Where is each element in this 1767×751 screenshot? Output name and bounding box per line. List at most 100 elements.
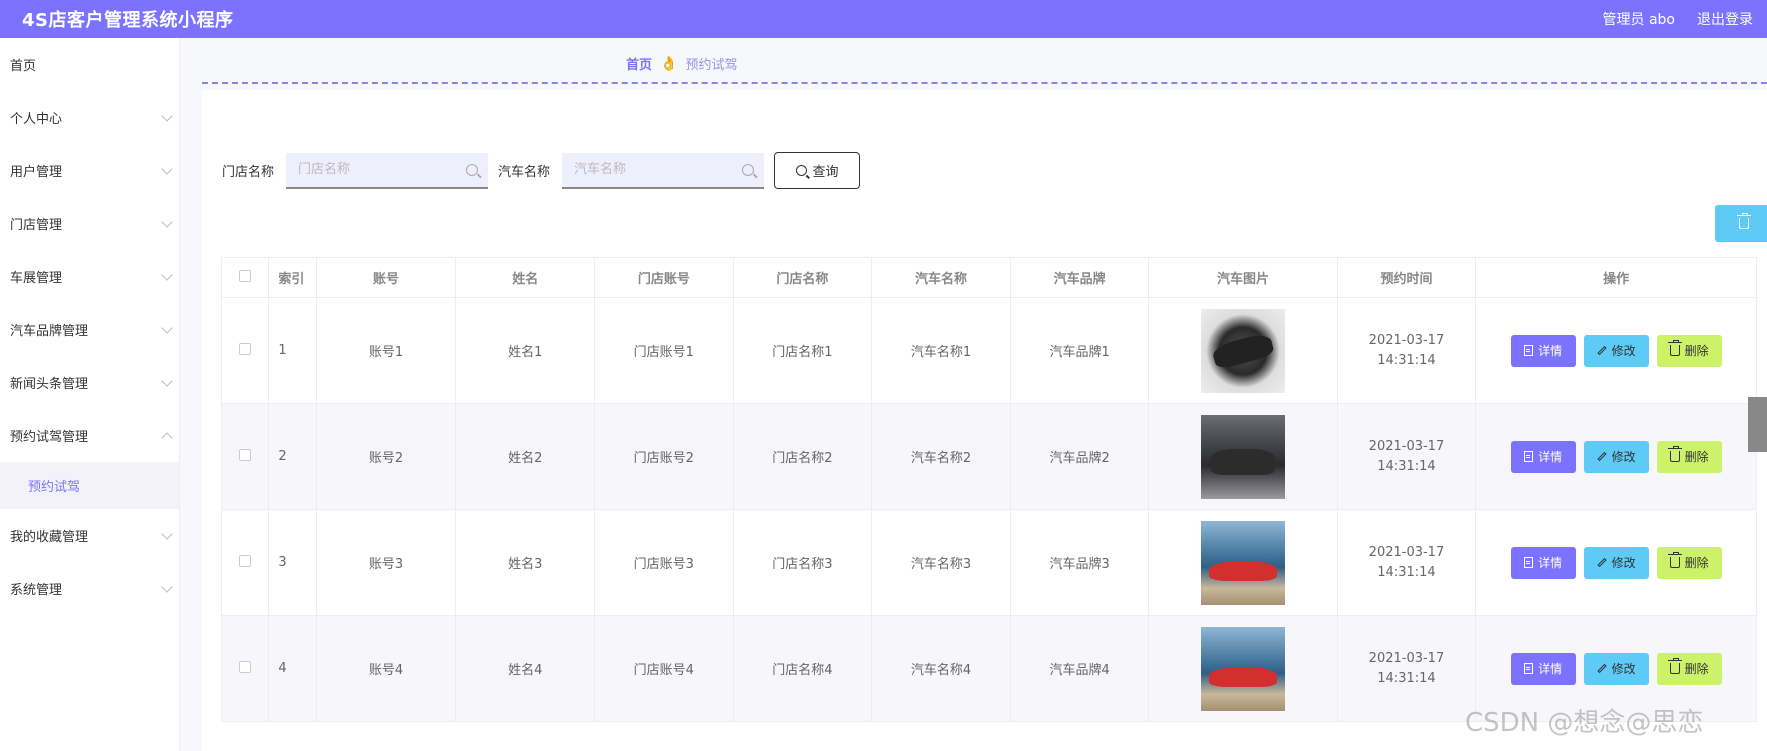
delete-button[interactable]: 删除 <box>1656 546 1722 579</box>
document-icon <box>1524 557 1534 568</box>
header-car-name: 汽车名称 <box>871 257 1011 298</box>
edit-button[interactable]: 修改 <box>1583 440 1649 473</box>
query-button[interactable]: 查询 <box>774 152 861 189</box>
delete-label: 删除 <box>1684 662 1709 676</box>
chevron-down-icon <box>161 580 173 593</box>
sidebar-item-label: 系统管理 <box>10 583 63 598</box>
sidebar-item-label: 新闻头条管理 <box>10 377 89 392</box>
row-checkbox[interactable] <box>239 448 252 461</box>
edit-button[interactable]: 修改 <box>1583 546 1649 579</box>
sidebar-item-label: 车展管理 <box>10 271 63 286</box>
content-panel: 门店名称 汽车名称 查询 <box>202 90 1767 751</box>
edit-label: 修改 <box>1611 450 1636 464</box>
car-image <box>1201 308 1286 393</box>
header-store-account: 门店账号 <box>594 257 734 298</box>
car-name-input[interactable] <box>562 152 765 187</box>
cell-account: 账号4 <box>315 615 457 722</box>
delete-button[interactable]: 删除 <box>1656 652 1722 685</box>
batch-delete-button[interactable] <box>1715 205 1767 242</box>
header-actions: 操作 <box>1475 257 1757 298</box>
header-store-name: 门店名称 <box>732 257 873 298</box>
cell-actions: 详情 修改 删除 <box>1475 403 1757 510</box>
cell-index: 1 <box>268 297 317 404</box>
chevron-down-icon <box>161 374 173 387</box>
sidebar-item-test-drive[interactable]: 预约试驾管理 <box>0 409 179 462</box>
row-checkbox[interactable] <box>239 554 252 567</box>
cell-car-image <box>1148 297 1338 404</box>
edit-button[interactable]: 修改 <box>1583 652 1649 685</box>
detail-button[interactable]: 详情 <box>1510 334 1576 367</box>
cell-car-name: 汽车名称1 <box>871 297 1011 404</box>
breadcrumb-home[interactable]: 首页 <box>626 54 652 73</box>
sidebar-subitem-test-drive[interactable]: 预约试驾 <box>0 462 179 509</box>
breadcrumb-divider <box>202 82 1767 84</box>
scrollbar-thumb[interactable] <box>1748 397 1767 452</box>
breadcrumb: 首页 👌 预约试驾 <box>626 54 738 74</box>
sidebar-item-users[interactable]: 用户管理 <box>0 144 179 197</box>
detail-button[interactable]: 详情 <box>1510 652 1576 685</box>
store-name-input[interactable] <box>286 152 489 187</box>
sidebar-item-label: 预约试驾管理 <box>10 430 89 445</box>
cell-name: 姓名2 <box>455 403 596 510</box>
sidebar-item-car-brands[interactable]: 汽车品牌管理 <box>0 303 179 356</box>
cell-car-brand: 汽车品牌4 <box>1009 615 1150 722</box>
query-button-label: 查询 <box>812 165 839 180</box>
detail-label: 详情 <box>1538 450 1563 464</box>
chevron-up-icon <box>161 431 173 444</box>
user-name: 管理员 abo <box>1602 12 1675 28</box>
chevron-down-icon <box>161 109 173 122</box>
search-icon <box>742 163 755 176</box>
sidebar: 首页 个人中心 用户管理 门店管理 车展管理 汽车品牌管理 新闻头条管理 预约试… <box>0 38 180 751</box>
row-checkbox[interactable] <box>239 342 252 355</box>
cell-time: 2021-03-17 14:31:14 <box>1336 509 1477 616</box>
header-index: 索引 <box>268 257 317 298</box>
cell-store-account: 门店账号1 <box>594 297 734 404</box>
select-all-checkbox[interactable] <box>239 269 252 282</box>
header-car-brand: 汽车品牌 <box>1009 257 1150 298</box>
logout-link[interactable]: 退出登录 <box>1697 9 1753 29</box>
sidebar-item-label: 个人中心 <box>10 112 63 127</box>
sidebar-item-profile[interactable]: 个人中心 <box>0 91 179 144</box>
header-account: 账号 <box>315 257 457 298</box>
sidebar-item-home[interactable]: 首页 <box>0 38 179 91</box>
sidebar-item-favorites[interactable]: 我的收藏管理 <box>0 509 179 562</box>
detail-label: 详情 <box>1538 344 1563 358</box>
detail-button[interactable]: 详情 <box>1510 546 1576 579</box>
delete-label: 删除 <box>1684 450 1709 464</box>
sidebar-item-stores[interactable]: 门店管理 <box>0 197 179 250</box>
delete-label: 删除 <box>1684 344 1709 358</box>
document-icon <box>1524 345 1534 356</box>
row-checkbox[interactable] <box>239 660 252 673</box>
cell-name: 姓名1 <box>455 297 596 404</box>
cell-account: 账号3 <box>315 509 457 616</box>
top-bar: 4S店客户管理系统小程序 管理员 abo 退出登录 <box>0 0 1767 38</box>
detail-button[interactable]: 详情 <box>1510 440 1576 473</box>
cell-store-account: 门店账号3 <box>594 509 734 616</box>
delete-button[interactable]: 删除 <box>1656 334 1722 367</box>
header-car-image: 汽车图片 <box>1148 257 1338 298</box>
cell-car-name: 汽车名称4 <box>871 615 1011 722</box>
edit-label: 修改 <box>1611 662 1636 676</box>
edit-button[interactable]: 修改 <box>1583 334 1649 367</box>
delete-label: 删除 <box>1684 556 1709 570</box>
delete-button[interactable]: 删除 <box>1656 440 1722 473</box>
pencil-icon <box>1597 663 1607 674</box>
breadcrumb-current: 预约试驾 <box>685 58 738 73</box>
cell-car-brand: 汽车品牌2 <box>1009 403 1150 510</box>
cell-car-image <box>1148 509 1338 616</box>
sidebar-item-label: 门店管理 <box>10 218 63 233</box>
sidebar-item-news[interactable]: 新闻头条管理 <box>0 356 179 409</box>
ok-hand-icon: 👌 <box>660 55 678 72</box>
table-row: 2 账号2 姓名2 门店账号2 门店名称2 汽车名称2 汽车品牌2 2021-0… <box>220 403 1757 510</box>
cell-store-name: 门店名称4 <box>732 615 873 722</box>
sidebar-item-car-shows[interactable]: 车展管理 <box>0 250 179 303</box>
cell-index: 3 <box>268 509 317 616</box>
chevron-down-icon <box>161 527 173 540</box>
detail-label: 详情 <box>1538 556 1563 570</box>
header-select-all[interactable] <box>220 257 270 298</box>
sidebar-item-system[interactable]: 系统管理 <box>0 562 179 615</box>
cell-account: 账号2 <box>315 403 457 510</box>
document-icon <box>1524 451 1534 462</box>
cell-car-image <box>1148 403 1338 510</box>
table-row: 3 账号3 姓名3 门店账号3 门店名称3 汽车名称3 汽车品牌3 2021-0… <box>220 509 1757 616</box>
